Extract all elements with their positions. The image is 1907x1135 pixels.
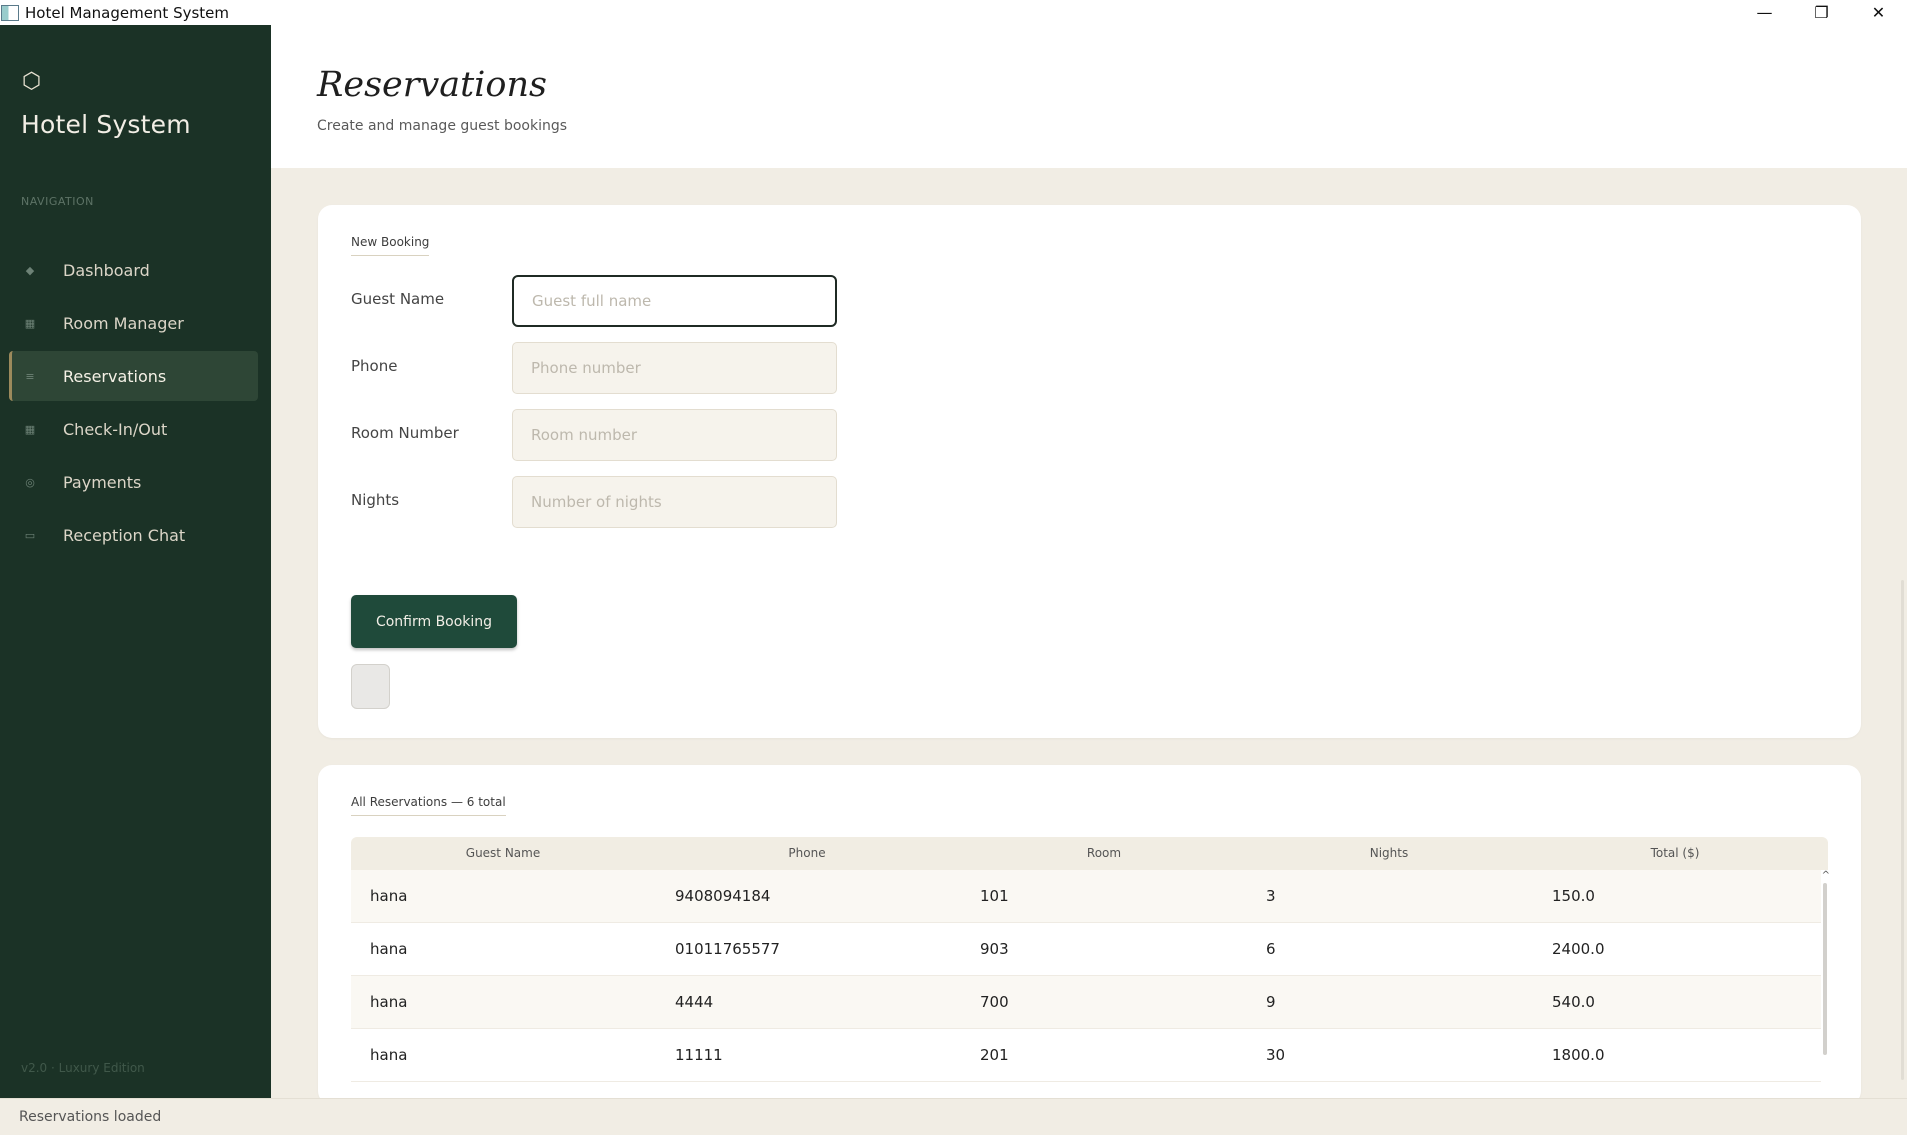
room-number-row: Room Number — [351, 409, 951, 461]
cell-phone: 11111 — [675, 1046, 723, 1064]
column-header[interactable]: Nights — [1370, 846, 1409, 860]
cell-guest-name: hana — [370, 887, 408, 905]
phone-label: Phone — [351, 357, 398, 375]
sidebar-item-label: Check-In/Out — [63, 419, 168, 439]
section-label: All Reservations — 6 total — [351, 795, 506, 816]
cell-total: 1800.0 — [1552, 1046, 1605, 1064]
app-icon — [1, 4, 19, 21]
table-header: Guest Name Phone Room Nights Total ($) — [351, 837, 1828, 870]
table-row[interactable]: hana 4444 700 9 540.0 — [351, 976, 1821, 1029]
window-controls: — ❐ ✕ — [1736, 0, 1907, 25]
sidebar-item-reception-chat[interactable]: ▭ Reception Chat — [9, 510, 258, 560]
cell-total: 150.0 — [1552, 887, 1595, 905]
checkin-icon: ▦ — [24, 422, 36, 436]
table-scrollbar[interactable]: ^ — [1820, 870, 1830, 1105]
reservations-icon: ≡ — [25, 369, 35, 383]
cell-room: 903 — [980, 940, 1009, 958]
sidebar-item-dashboard[interactable]: ◆ Dashboard — [9, 245, 258, 295]
cell-nights: 6 — [1266, 940, 1276, 958]
chevron-up-icon[interactable]: ^ — [1822, 870, 1830, 881]
cell-room: 101 — [980, 887, 1009, 905]
cell-nights: 30 — [1266, 1046, 1286, 1064]
status-text: Reservations loaded — [19, 1109, 162, 1125]
cell-guest-name: hana — [370, 993, 408, 1011]
section-label: New Booking — [351, 235, 430, 256]
nights-input[interactable] — [512, 476, 837, 528]
confirm-booking-button[interactable]: Confirm Booking — [351, 595, 517, 648]
table-row[interactable]: hana 11111 201 30 1800.0 — [351, 1029, 1821, 1082]
sidebar: ⬡ Hotel System NAVIGATION ◆ Dashboard ▦ … — [0, 25, 271, 1098]
page-subtitle: Create and manage guest bookings — [317, 118, 568, 134]
window-titlebar: Hotel Management System — ❐ ✕ — [0, 0, 1907, 25]
cell-phone: 4444 — [675, 993, 714, 1011]
status-bar: Reservations loaded — [0, 1098, 1907, 1135]
cell-room: 700 — [980, 993, 1009, 1011]
phone-row: Phone — [351, 342, 951, 394]
new-booking-card: New Booking Guest Name Phone Room Number… — [318, 205, 1861, 738]
column-header[interactable]: Total ($) — [1651, 846, 1700, 860]
reservations-table: Guest Name Phone Room Nights Total ($) h… — [351, 837, 1830, 1105]
sidebar-item-payments[interactable]: ◎ Payments — [9, 457, 258, 507]
version-label: v2.0 · Luxury Edition — [21, 1061, 145, 1075]
cell-phone: 9408094184 — [675, 887, 771, 905]
page-scrollbar[interactable] — [1901, 580, 1904, 1080]
dashboard-icon: ◆ — [25, 263, 35, 277]
scrollbar-thumb[interactable] — [1823, 883, 1827, 1055]
nights-row: Nights — [351, 476, 951, 528]
room-number-label: Room Number — [351, 424, 459, 442]
payments-icon: ◎ — [25, 475, 35, 489]
table-row[interactable]: hana 9408094184 101 3 150.0 — [351, 870, 1821, 923]
sidebar-item-check-in-out[interactable]: ▦ Check-In/Out — [9, 404, 258, 454]
column-header[interactable]: Room — [1087, 846, 1121, 860]
room-icon: ▦ — [24, 316, 36, 330]
cell-total: 2400.0 — [1552, 940, 1605, 958]
page-title: Reservations — [317, 65, 547, 105]
guest-name-input[interactable] — [512, 275, 837, 327]
cell-guest-name: hana — [370, 940, 408, 958]
cell-room: 201 — [980, 1046, 1009, 1064]
sidebar-item-label: Dashboard — [63, 260, 150, 280]
guest-name-label: Guest Name — [351, 290, 445, 308]
nights-label: Nights — [351, 491, 400, 509]
sidebar-item-label: Reservations — [63, 366, 167, 386]
cell-phone: 01011765577 — [675, 940, 780, 958]
cell-guest-name: hana — [370, 1046, 408, 1064]
chat-icon: ▭ — [24, 528, 36, 542]
table-row[interactable]: hana 01011765577 903 6 2400.0 — [351, 923, 1821, 976]
sidebar-item-label: Reception Chat — [63, 525, 186, 545]
hexagon-logo-icon: ⬡ — [22, 69, 42, 94]
restore-icon[interactable]: ❐ — [1793, 0, 1850, 25]
column-header[interactable]: Phone — [788, 846, 825, 860]
page-header: Reservations Create and manage guest boo… — [271, 25, 1907, 168]
brand-name: Hotel System — [21, 110, 191, 139]
window-title: Hotel Management System — [25, 3, 230, 22]
column-header[interactable]: Guest Name — [466, 846, 540, 860]
status-message-box — [351, 664, 390, 709]
close-icon[interactable]: ✕ — [1850, 0, 1907, 25]
room-number-input[interactable] — [512, 409, 837, 461]
cell-total: 540.0 — [1552, 993, 1595, 1011]
sidebar-item-room-manager[interactable]: ▦ Room Manager — [9, 298, 258, 348]
minimize-icon[interactable]: — — [1736, 0, 1793, 25]
sidebar-item-label: Payments — [63, 472, 142, 492]
sidebar-item-reservations[interactable]: ≡ Reservations — [9, 351, 258, 401]
sidebar-item-label: Room Manager — [63, 313, 184, 333]
cell-nights: 3 — [1266, 887, 1276, 905]
phone-input[interactable] — [512, 342, 837, 394]
cell-nights: 9 — [1266, 993, 1276, 1011]
reservations-card: All Reservations — 6 total Guest Name Ph… — [318, 765, 1861, 1105]
guest-name-row: Guest Name — [351, 275, 951, 327]
nav-heading: NAVIGATION — [21, 195, 94, 208]
nav-list: ◆ Dashboard ▦ Room Manager ≡ Reservation… — [9, 245, 258, 563]
